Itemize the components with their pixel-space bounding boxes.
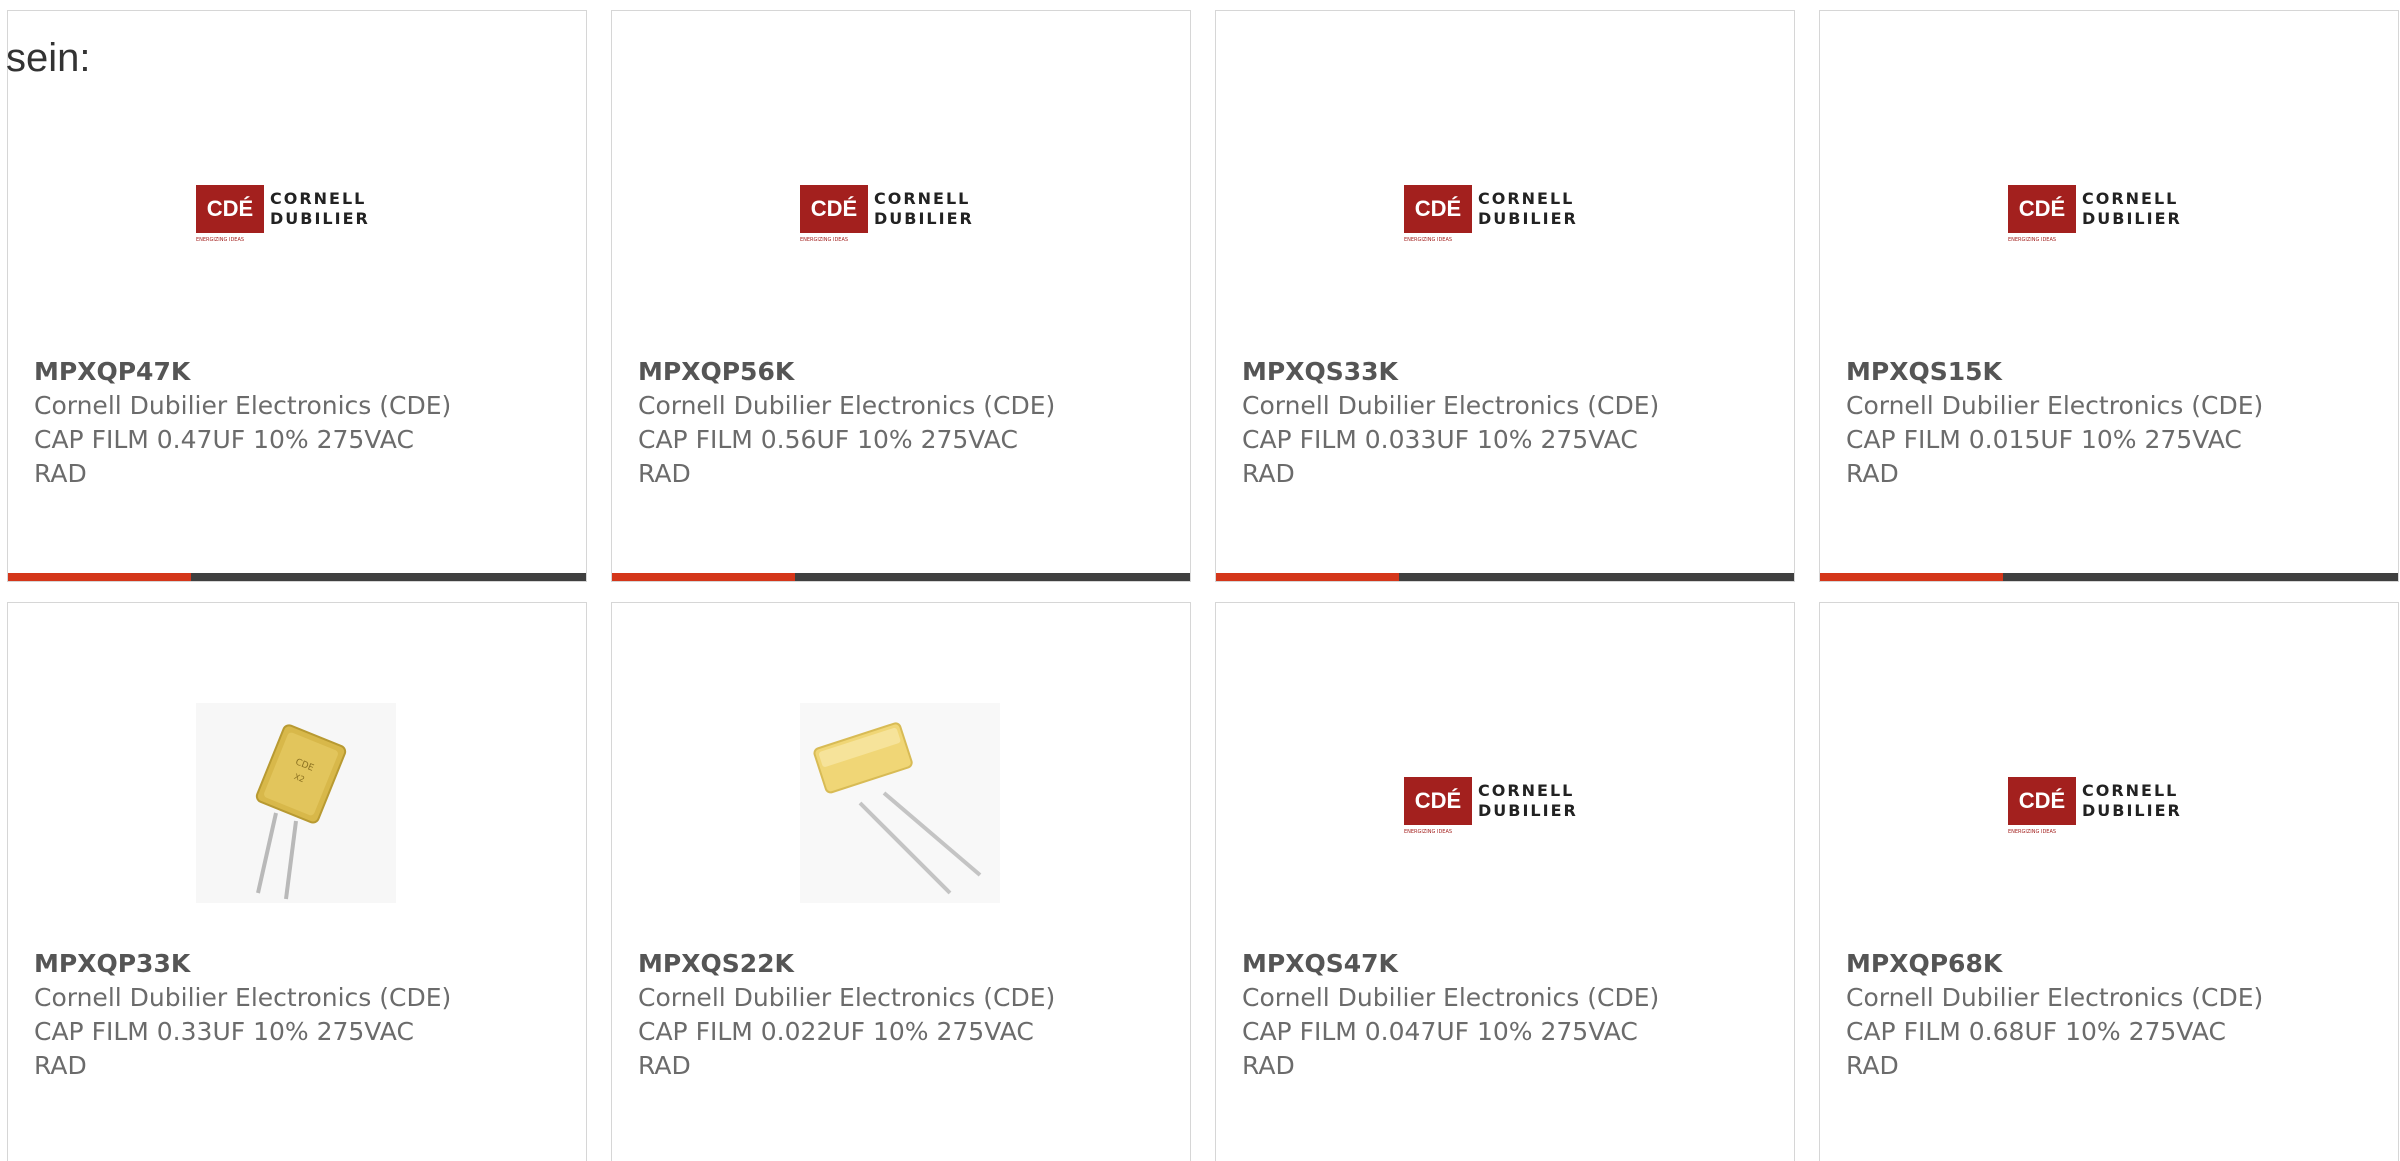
card-bar-accent — [612, 573, 795, 581]
svg-text:ENERGIZING IDEAS: ENERGIZING IDEAS — [1404, 237, 1452, 243]
card-bar-accent — [1820, 573, 2003, 581]
cde-logo-icon: CDÉ CORNELL DUBILIER ENERGIZING IDEAS — [800, 185, 974, 243]
svg-text:ENERGIZING IDEAS: ENERGIZING IDEAS — [2008, 237, 2056, 243]
part-number[interactable]: MPXQS33K — [1242, 355, 1774, 389]
product-image: CDÉ CORNELL DUBILIER ENERGIZING IDEAS — [1404, 703, 1604, 903]
svg-text:ENERGIZING IDEAS: ENERGIZING IDEAS — [800, 237, 848, 243]
manufacturer: Cornell Dubilier Electronics (CDE) — [1846, 391, 2264, 420]
manufacturer: Cornell Dubilier Electronics (CDE) — [1846, 983, 2264, 1012]
cde-logo-icon: CDÉ CORNELL DUBILIER ENERGIZING IDEAS — [196, 185, 370, 243]
product-image: CDÉ CORNELL DUBILIER ENERGIZING IDEAS — [1404, 111, 1604, 311]
manufacturer: Cornell Dubilier Electronics (CDE) — [638, 983, 1056, 1012]
product-image: CDE X2 — [196, 703, 396, 903]
card-bar — [612, 573, 1190, 581]
capacitor-icon: CDE X2 — [196, 703, 396, 903]
card-bar-accent — [8, 573, 191, 581]
svg-text:DUBILIER: DUBILIER — [2082, 801, 2182, 820]
svg-text:ENERGIZING IDEAS: ENERGIZING IDEAS — [1404, 829, 1452, 835]
svg-text:DUBILIER: DUBILIER — [874, 209, 974, 228]
card-bar-accent — [1216, 573, 1399, 581]
part-number[interactable]: MPXQP68K — [1846, 947, 2378, 981]
product-card[interactable]: CDÉ CORNELL DUBILIER ENERGIZING IDEAS MP… — [1819, 602, 2399, 1161]
svg-text:ENERGIZING IDEAS: ENERGIZING IDEAS — [196, 237, 244, 243]
svg-text:DUBILIER: DUBILIER — [270, 209, 370, 228]
svg-text:CDÉ: CDÉ — [811, 196, 857, 221]
cde-logo-icon: CDÉ CORNELL DUBILIER ENERGIZING IDEAS — [2008, 777, 2182, 835]
product-description: CAP FILM 0.015UF 10% 275VAC RAD — [1846, 425, 2242, 488]
product-description: CAP FILM 0.68UF 10% 275VAC RAD — [1846, 1017, 2226, 1080]
svg-text:CDÉ: CDÉ — [2019, 196, 2065, 221]
svg-text:CORNELL: CORNELL — [1478, 189, 1574, 208]
svg-text:CDÉ: CDÉ — [1415, 196, 1461, 221]
product-description: CAP FILM 0.047UF 10% 275VAC RAD — [1242, 1017, 1638, 1080]
cde-logo-icon: CDÉ CORNELL DUBILIER ENERGIZING IDEAS — [1404, 777, 1578, 835]
product-card[interactable]: CDÉ CORNELL DUBILIER ENERGIZING IDEAS MP… — [1819, 10, 2399, 582]
manufacturer: Cornell Dubilier Electronics (CDE) — [34, 391, 452, 420]
svg-text:CDÉ: CDÉ — [207, 196, 253, 221]
part-number[interactable]: MPXQP56K — [638, 355, 1170, 389]
product-image: CDÉ CORNELL DUBILIER ENERGIZING IDEAS — [800, 111, 1000, 311]
product-description: CAP FILM 0.022UF 10% 275VAC RAD — [638, 1017, 1034, 1080]
part-number[interactable]: MPXQS15K — [1846, 355, 2378, 389]
product-grid: CDÉ CORNELL DUBILIER ENERGIZING IDEAS MP… — [7, 10, 2399, 1161]
manufacturer: Cornell Dubilier Electronics (CDE) — [34, 983, 452, 1012]
product-description: CAP FILM 0.033UF 10% 275VAC RAD — [1242, 425, 1638, 488]
svg-text:ENERGIZING IDEAS: ENERGIZING IDEAS — [2008, 829, 2056, 835]
capacitor-icon — [800, 703, 1000, 903]
part-number[interactable]: MPXQS47K — [1242, 947, 1774, 981]
svg-text:CORNELL: CORNELL — [2082, 189, 2178, 208]
svg-text:CDÉ: CDÉ — [1415, 788, 1461, 813]
intro-text: sein: — [6, 36, 91, 80]
product-card[interactable]: MPXQS22K Cornell Dubilier Electronics (C… — [611, 602, 1191, 1161]
product-description: CAP FILM 0.33UF 10% 275VAC RAD — [34, 1017, 414, 1080]
svg-text:DUBILIER: DUBILIER — [1478, 209, 1578, 228]
product-card[interactable]: CDÉ CORNELL DUBILIER ENERGIZING IDEAS MP… — [7, 10, 587, 582]
card-bar — [1216, 573, 1794, 581]
product-description: CAP FILM 0.47UF 10% 275VAC RAD — [34, 425, 414, 488]
part-number[interactable]: MPXQP47K — [34, 355, 566, 389]
cde-logo-icon: CDÉ CORNELL DUBILIER ENERGIZING IDEAS — [1404, 185, 1578, 243]
svg-text:CORNELL: CORNELL — [874, 189, 970, 208]
manufacturer: Cornell Dubilier Electronics (CDE) — [1242, 391, 1660, 420]
product-image: CDÉ CORNELL DUBILIER ENERGIZING IDEAS — [2008, 111, 2208, 311]
product-grid-page: sein: CDÉ CORNELL DUBILIER ENERGIZING ID… — [0, 0, 2400, 1161]
svg-text:CORNELL: CORNELL — [2082, 781, 2178, 800]
product-card[interactable]: CDÉ CORNELL DUBILIER ENERGIZING IDEAS MP… — [611, 10, 1191, 582]
part-number[interactable]: MPXQS22K — [638, 947, 1170, 981]
svg-text:CORNELL: CORNELL — [1478, 781, 1574, 800]
card-bar — [8, 573, 586, 581]
product-card[interactable]: CDÉ CORNELL DUBILIER ENERGIZING IDEAS MP… — [1215, 10, 1795, 582]
product-card[interactable]: CDE X2 MPXQP33K Cornell Dubilier Electro… — [7, 602, 587, 1161]
card-bar — [1820, 573, 2398, 581]
part-number[interactable]: MPXQP33K — [34, 947, 566, 981]
product-image: CDÉ CORNELL DUBILIER ENERGIZING IDEAS — [2008, 703, 2208, 903]
product-description: CAP FILM 0.56UF 10% 275VAC RAD — [638, 425, 1018, 488]
product-image — [800, 703, 1000, 903]
product-card[interactable]: CDÉ CORNELL DUBILIER ENERGIZING IDEAS MP… — [1215, 602, 1795, 1161]
cde-logo-icon: CDÉ CORNELL DUBILIER ENERGIZING IDEAS — [2008, 185, 2182, 243]
svg-text:DUBILIER: DUBILIER — [1478, 801, 1578, 820]
manufacturer: Cornell Dubilier Electronics (CDE) — [1242, 983, 1660, 1012]
svg-text:CDÉ: CDÉ — [2019, 788, 2065, 813]
manufacturer: Cornell Dubilier Electronics (CDE) — [638, 391, 1056, 420]
svg-text:CORNELL: CORNELL — [270, 189, 366, 208]
product-image: CDÉ CORNELL DUBILIER ENERGIZING IDEAS — [196, 111, 396, 311]
svg-text:DUBILIER: DUBILIER — [2082, 209, 2182, 228]
